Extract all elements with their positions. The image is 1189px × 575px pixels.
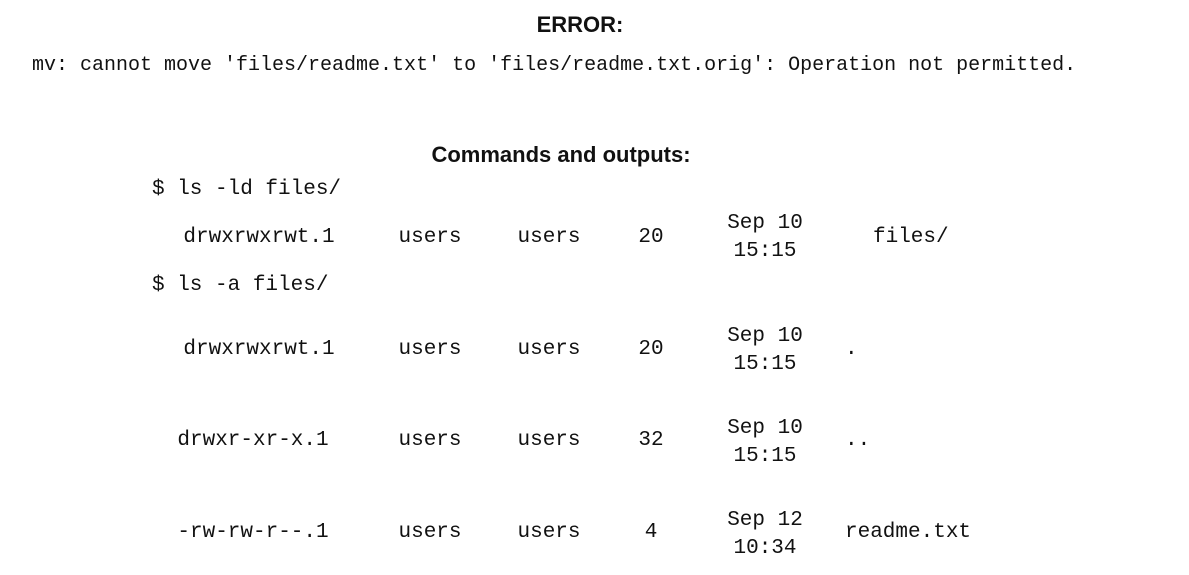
filename-cell: . bbox=[845, 338, 858, 361]
permissions-cell: drwxrwxrwt.1 bbox=[183, 226, 335, 249]
error-message: mv: cannot move 'files/readme.txt' to 'f… bbox=[32, 54, 1077, 77]
command-ls-a: $ ls -a files/ bbox=[152, 274, 329, 297]
owner-cell: users bbox=[398, 521, 462, 544]
group-cell: users bbox=[517, 338, 581, 361]
permissions-cell: drwxr-xr-x.1 bbox=[177, 429, 329, 452]
date-cell: Sep 10 15:15 bbox=[727, 415, 803, 471]
date-month-day: Sep 10 bbox=[727, 417, 803, 440]
permissions-cell: -rw-rw-r--.1 bbox=[177, 521, 329, 544]
date-month-day: Sep 12 bbox=[727, 509, 803, 532]
permissions-cell: drwxrwxrwt.1 bbox=[183, 338, 335, 361]
owner-cell: users bbox=[398, 338, 462, 361]
date-month-day: Sep 10 bbox=[727, 212, 803, 235]
size-cell: 20 bbox=[638, 226, 664, 249]
group-cell: users bbox=[517, 521, 581, 544]
date-time: 15:15 bbox=[733, 445, 797, 468]
size-cell: 20 bbox=[638, 338, 664, 361]
owner-cell: users bbox=[398, 226, 462, 249]
date-cell: Sep 10 15:15 bbox=[727, 210, 803, 266]
date-time: 15:15 bbox=[733, 240, 797, 263]
filename-cell: .. bbox=[845, 429, 871, 452]
command-ls-ld: $ ls -ld files/ bbox=[152, 178, 342, 201]
size-cell: 4 bbox=[644, 521, 658, 544]
filename-cell: files/ bbox=[873, 226, 949, 249]
date-cell: Sep 12 10:34 bbox=[727, 507, 803, 563]
group-cell: users bbox=[517, 226, 581, 249]
owner-cell: users bbox=[398, 429, 462, 452]
date-time: 15:15 bbox=[733, 353, 797, 376]
commands-heading: Commands and outputs: bbox=[431, 142, 691, 167]
filename-cell: readme.txt bbox=[845, 521, 972, 544]
date-time: 10:34 bbox=[733, 537, 797, 560]
size-cell: 32 bbox=[638, 429, 664, 452]
group-cell: users bbox=[517, 429, 581, 452]
error-heading: ERROR: bbox=[536, 12, 624, 37]
date-month-day: Sep 10 bbox=[727, 325, 803, 348]
date-cell: Sep 10 15:15 bbox=[727, 323, 803, 379]
